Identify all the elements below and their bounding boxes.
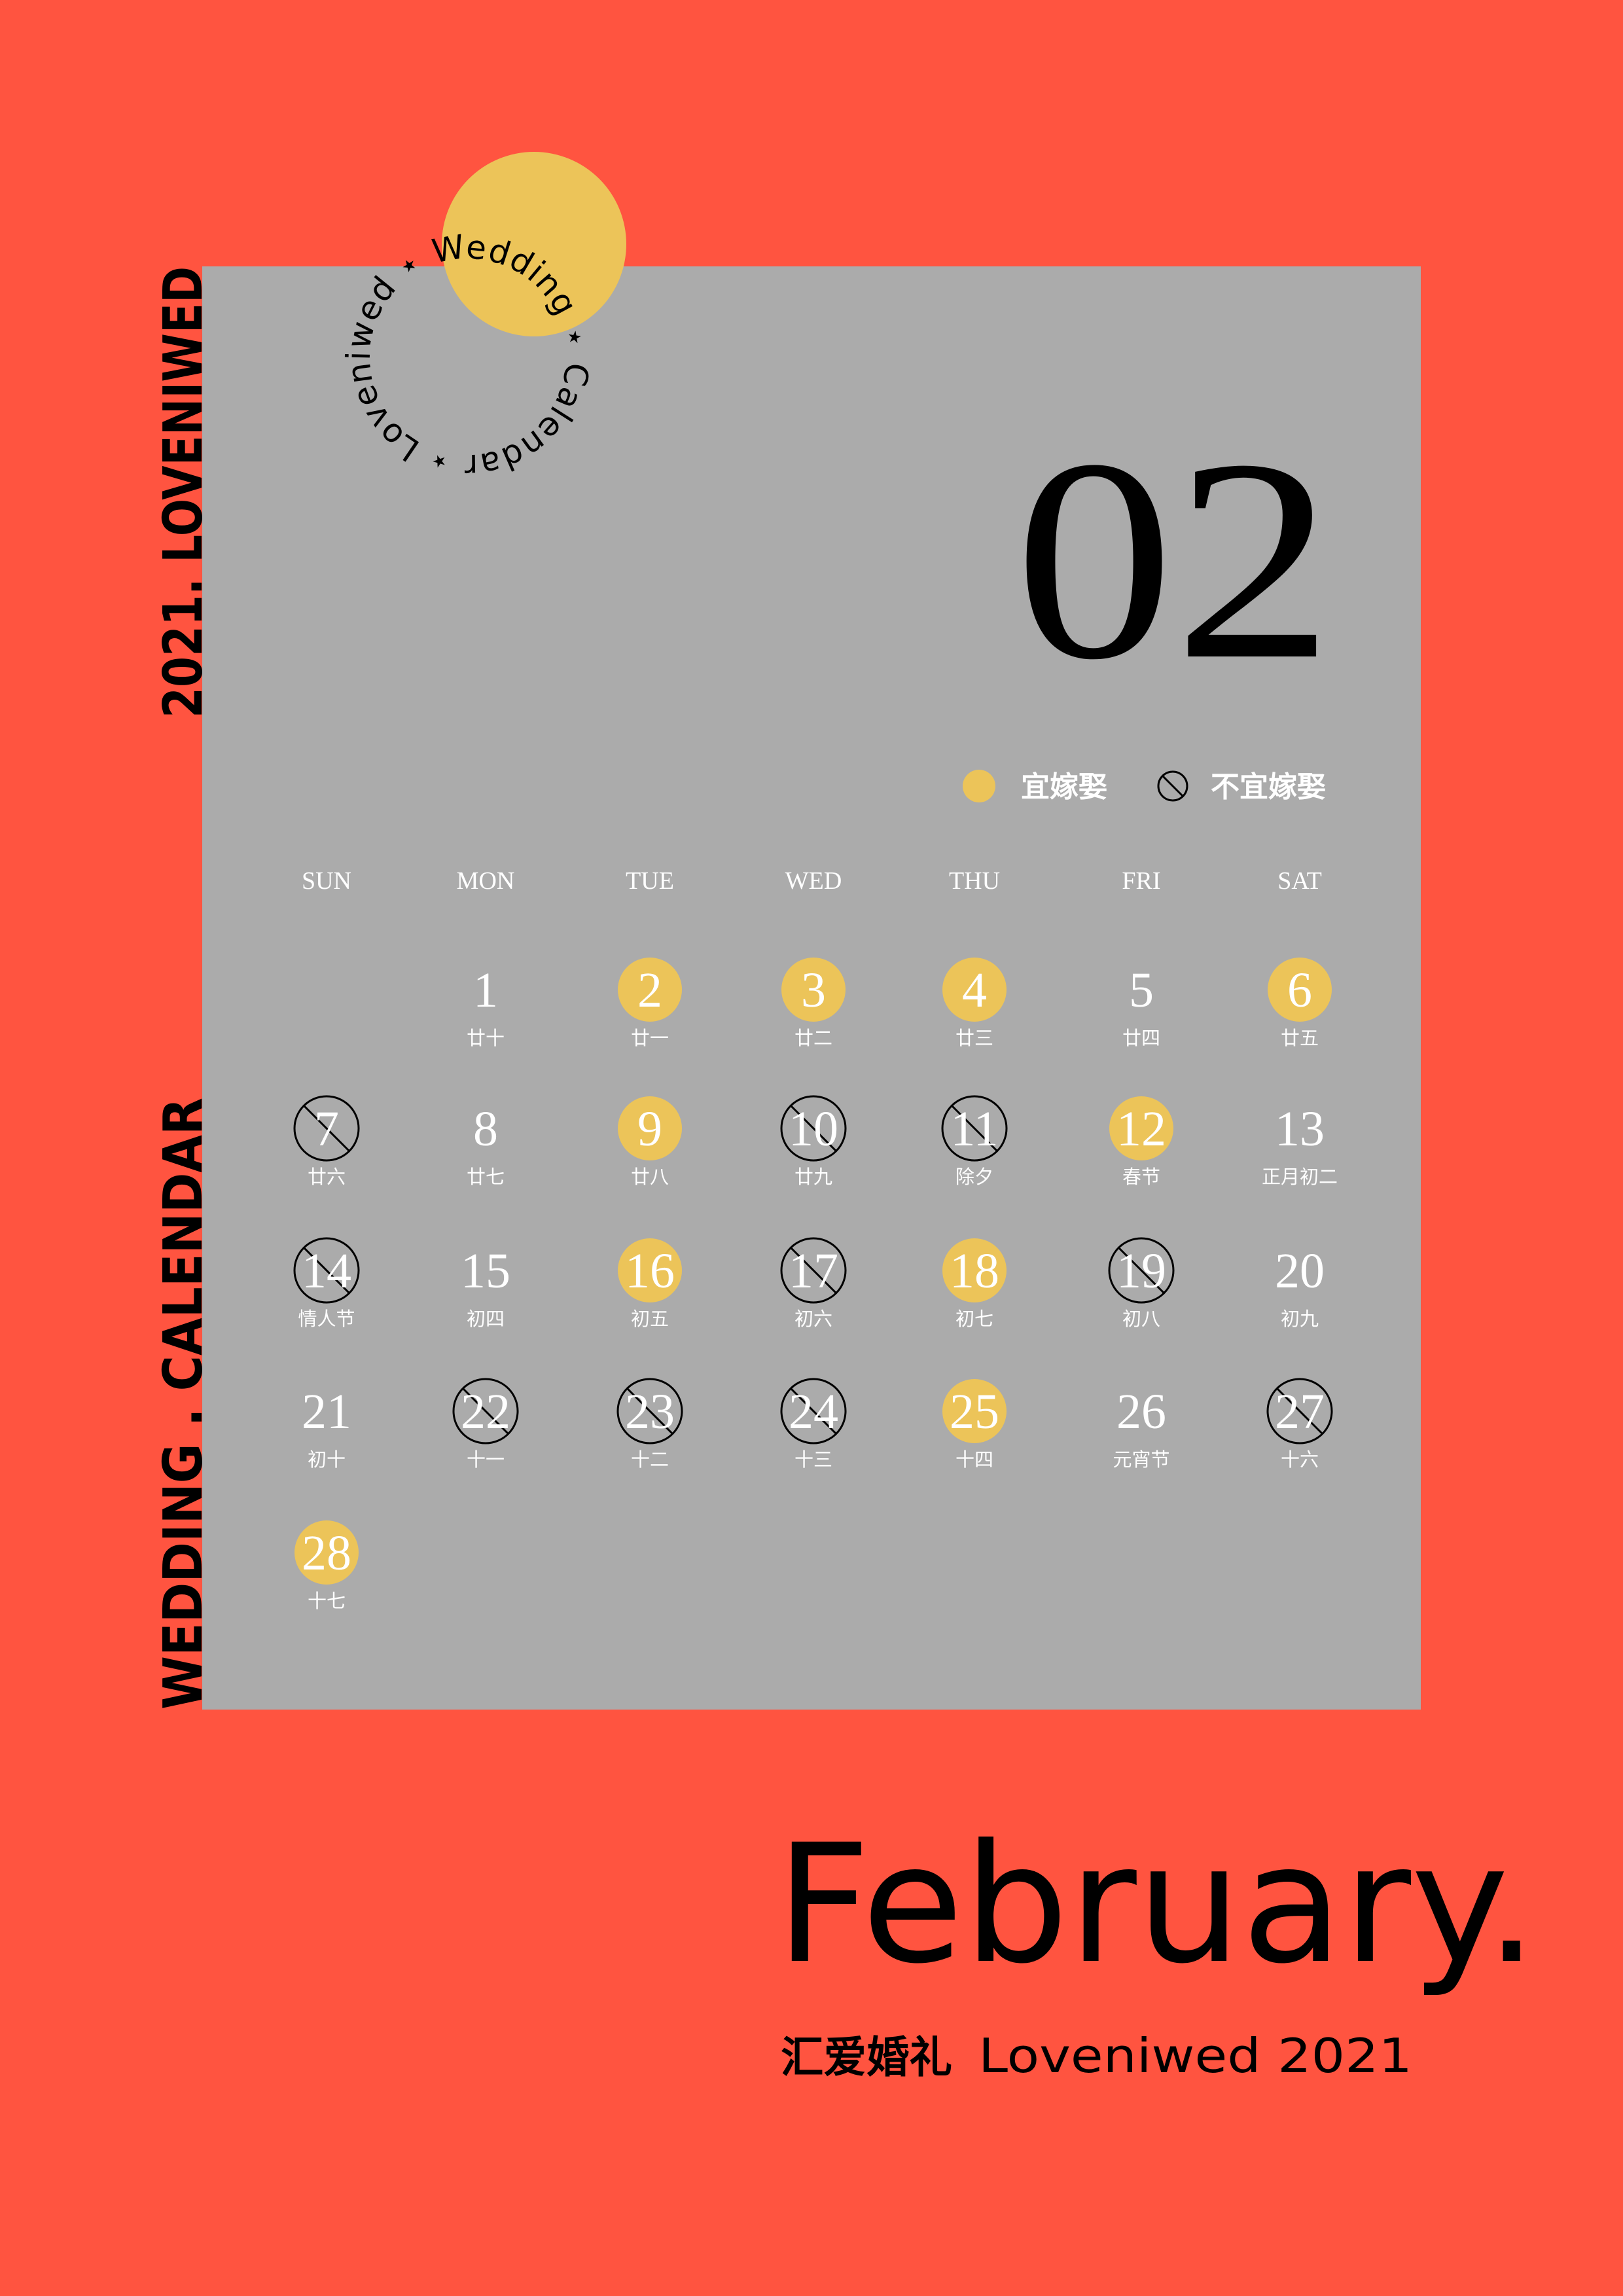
day-number: 20 [1275, 1244, 1325, 1299]
lunar-date: 初六 [794, 1308, 832, 1330]
weekday-sun: SUN [302, 867, 351, 895]
day-cell-15[interactable]: 15 初四 [461, 1244, 510, 1330]
day-number: 15 [461, 1244, 510, 1299]
day-number: 9 [637, 1102, 662, 1157]
lunar-date: 初八 [1122, 1308, 1160, 1330]
lunar-date: 情人节 [298, 1308, 355, 1330]
footer-brand-en: Loveniwed 2021 [978, 2028, 1412, 2083]
lunar-date: 春节 [1122, 1166, 1160, 1188]
day-number: 23 [625, 1384, 675, 1439]
day-number: 25 [950, 1384, 999, 1439]
day-number: 22 [461, 1384, 510, 1439]
month-name: February. [776, 1809, 1538, 2000]
day-number: 2 [637, 963, 662, 1018]
lunar-date: 初五 [631, 1308, 669, 1330]
day-number: 5 [1129, 963, 1154, 1018]
day-number: 14 [302, 1244, 351, 1299]
day-number: 18 [950, 1244, 999, 1299]
weekday-tue: TUE [626, 867, 674, 895]
day-cell-21[interactable]: 21 初十 [302, 1384, 351, 1471]
day-number: 11 [950, 1102, 998, 1157]
lunar-date: 廿三 [955, 1027, 993, 1049]
day-number: 27 [1275, 1384, 1325, 1439]
day-number: 3 [801, 963, 826, 1018]
lunar-date: 元宵节 [1113, 1448, 1169, 1471]
day-number: 13 [1275, 1102, 1325, 1157]
footer-brand-cn: 汇爱婚礼 [781, 2034, 952, 2082]
day-number: 1 [473, 963, 498, 1018]
day-number: 16 [625, 1244, 675, 1299]
day-cell-26[interactable]: 26 元宵节 [1113, 1384, 1169, 1471]
lunar-date: 廿七 [467, 1166, 505, 1188]
weekday-fri: FRI [1122, 867, 1160, 895]
day-number: 17 [789, 1244, 838, 1299]
lunar-date: 十六 [1281, 1448, 1319, 1471]
lunar-date: 廿六 [308, 1166, 346, 1188]
lunar-date: 除夕 [955, 1166, 993, 1188]
lunar-date: 十二 [631, 1448, 669, 1471]
day-number: 26 [1116, 1384, 1166, 1439]
day-number: 12 [1116, 1102, 1166, 1157]
weekday-mon: MON [457, 867, 515, 895]
month-number: 02 [1014, 401, 1334, 719]
day-cell-14[interactable]: 14 情人节 [293, 1237, 360, 1330]
lunar-date: 初七 [955, 1308, 993, 1330]
yellow-dot-icon [963, 770, 995, 802]
weekday-thu: THU [949, 867, 1000, 895]
lunar-date: 正月初二 [1262, 1166, 1338, 1188]
lunar-date: 廿四 [1122, 1027, 1160, 1049]
lunar-date: 廿九 [794, 1166, 832, 1188]
day-number: 6 [1287, 963, 1312, 1018]
day-number: 10 [789, 1102, 838, 1157]
lunar-date: 初九 [1281, 1308, 1319, 1330]
lunar-date: 十三 [794, 1448, 832, 1471]
weekday-sat: SAT [1277, 867, 1322, 895]
day-number: 19 [1116, 1244, 1166, 1299]
lunar-date: 十四 [955, 1448, 993, 1471]
side-text-top: 2021. LOVENIWED [152, 266, 215, 718]
lunar-date: 十一 [467, 1448, 505, 1471]
day-number: 8 [473, 1102, 498, 1157]
day-number: 21 [302, 1384, 351, 1439]
day-number: 7 [314, 1102, 339, 1157]
side-text-bottom: WEDDING . CALENDAR [152, 1098, 215, 1710]
lunar-date: 廿十 [467, 1027, 505, 1049]
weekday-wed: WED [785, 867, 842, 895]
day-cell-20[interactable]: 20 初九 [1275, 1244, 1325, 1330]
lunar-date: 廿八 [631, 1166, 669, 1188]
legend-good-label: 宜嫁娶 [1021, 770, 1107, 804]
day-number: 28 [302, 1526, 351, 1581]
day-number: 4 [962, 963, 987, 1018]
lunar-date: 初十 [308, 1448, 346, 1471]
lunar-date: 廿五 [1281, 1027, 1319, 1049]
lunar-date: 廿二 [794, 1027, 832, 1049]
calendar-page: Loveniwed ⋆ Wedding ⋆ Calendar ⋆ 2021. L… [0, 0, 1623, 2296]
legend-bad-label: 不宜嫁娶 [1211, 770, 1326, 804]
day-number: 24 [789, 1384, 838, 1439]
lunar-date: 十七 [308, 1590, 346, 1612]
lunar-date: 廿一 [631, 1027, 669, 1049]
lunar-date: 初四 [467, 1308, 505, 1330]
